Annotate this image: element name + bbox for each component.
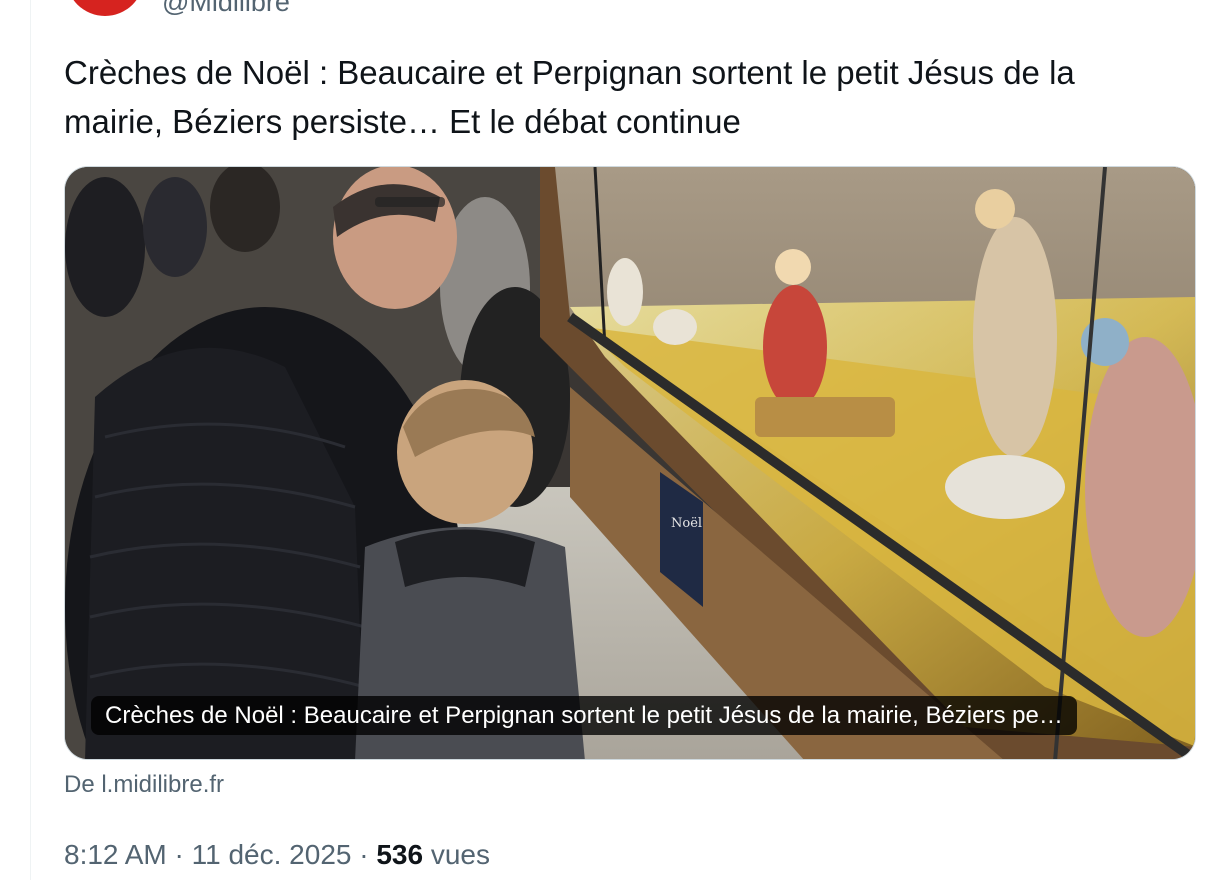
views-label: vues xyxy=(430,839,491,870)
meta-separator: · xyxy=(359,839,369,870)
timeline-divider xyxy=(30,0,31,880)
plaque-text: Noël xyxy=(671,516,702,531)
tweet-date[interactable]: 11 déc. 2025 xyxy=(192,839,352,870)
tweet-meta: 8:12 AM · 11 déc. 2025 · 536 vues xyxy=(64,838,490,872)
source-link[interactable]: De l.midilibre.fr xyxy=(64,770,224,800)
tweet-time[interactable]: 8:12 AM xyxy=(64,839,167,870)
link-card[interactable]: Noël Crèches de Noël : Beaucaire et Perp… xyxy=(64,166,1196,760)
card-caption: Crèches de Noël : Beaucaire et Perpignan… xyxy=(91,696,1077,735)
author-avatar[interactable] xyxy=(66,0,144,16)
card-image: Noël xyxy=(65,167,1195,759)
views-count[interactable]: 536 xyxy=(376,839,423,870)
tweet-text: Crèches de Noël : Beaucaire et Perpignan… xyxy=(64,54,1075,140)
meta-separator: · xyxy=(174,839,184,870)
author-handle[interactable]: @Midilibre xyxy=(162,0,290,17)
